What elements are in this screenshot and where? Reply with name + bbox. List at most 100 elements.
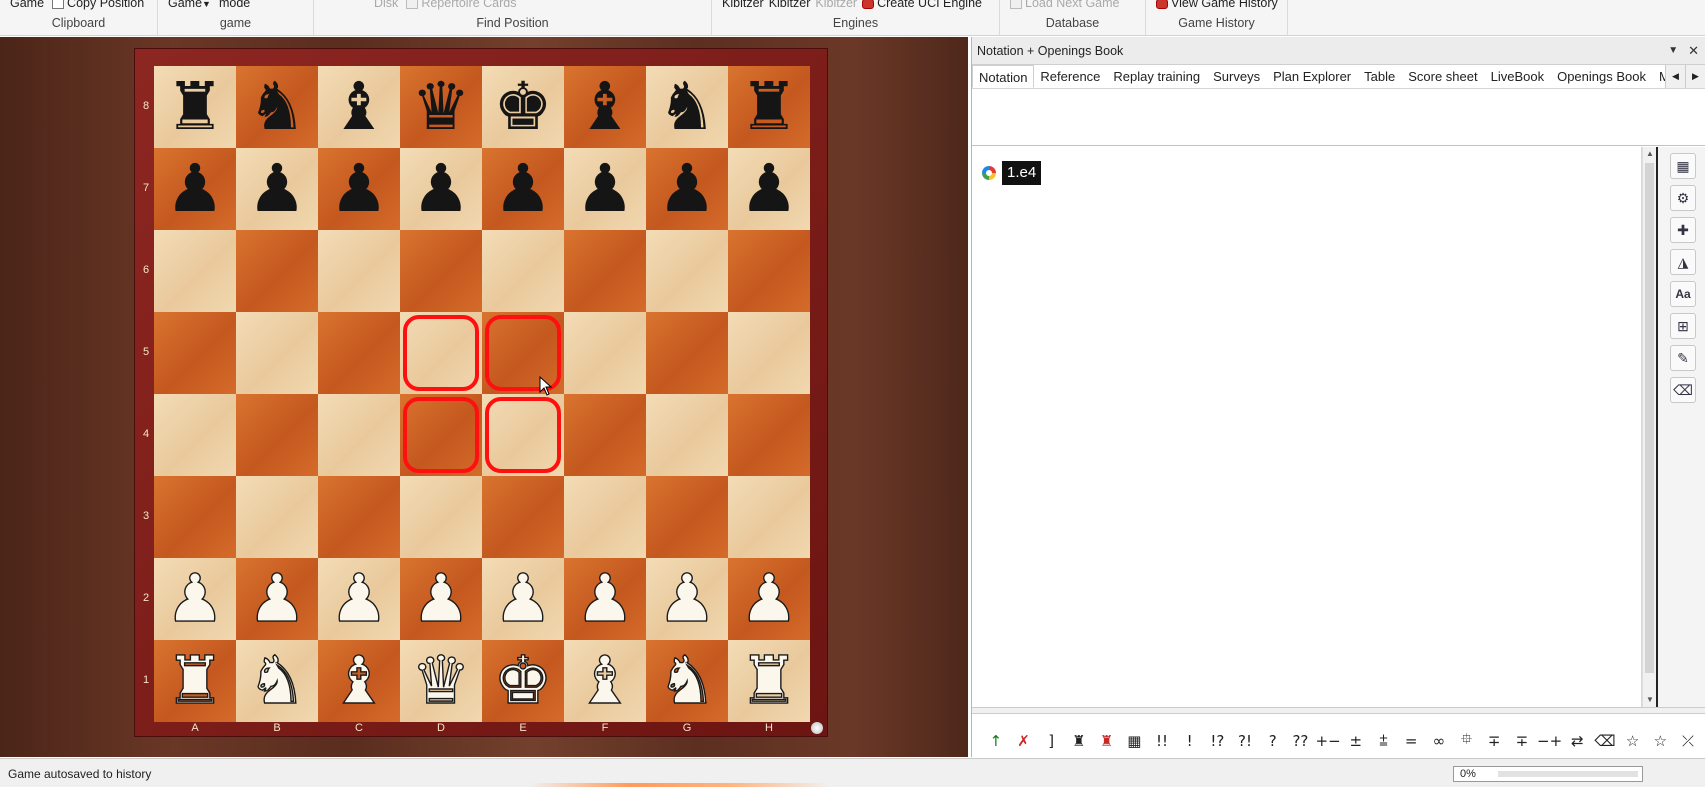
black-pawn-icon[interactable]: ♟ bbox=[165, 156, 224, 222]
white-knight-icon[interactable]: ♞ bbox=[657, 647, 718, 714]
scroll-up-icon[interactable]: ▲ bbox=[1643, 147, 1657, 161]
annotation-button-20[interactable]: −+ bbox=[1536, 732, 1564, 750]
black-knight-icon[interactable]: ♞ bbox=[247, 74, 306, 140]
black-pawn-icon[interactable]: ♟ bbox=[657, 156, 716, 222]
annotation-button-23[interactable]: ☆ bbox=[1619, 732, 1647, 750]
chess-board[interactable]: ♜ ♞ ♝ ♛ ♚ ♝ ♞ ♜ ♟ ♟ ♟ ♟ ♟ ♟ ♟ ♟ ♟ ♟ ♟ ♟ ♟ ♟ ♟ ♟ ♜ ♞ ♝ ♛ ♚ ♝ ♞ ♜ bbox=[154, 66, 810, 722]
notation-pane[interactable]: 1.e4 bbox=[972, 147, 1642, 707]
square-h8[interactable]: ♜ bbox=[728, 66, 810, 148]
scroll-down-icon[interactable]: ▼ bbox=[1643, 693, 1657, 707]
square-f5[interactable] bbox=[564, 312, 646, 394]
close-icon[interactable]: ✕ bbox=[1688, 43, 1699, 59]
square-h5[interactable] bbox=[728, 312, 810, 394]
black-pawn-icon[interactable]: ♟ bbox=[247, 156, 306, 222]
tab-scroll-left-icon[interactable]: ◀ bbox=[1665, 65, 1685, 88]
annotation-button-11[interactable]: ?? bbox=[1287, 732, 1315, 750]
eraser-icon[interactable]: ⌫ bbox=[1670, 377, 1696, 403]
square-f4[interactable] bbox=[564, 394, 646, 476]
square-h7[interactable]: ♟ bbox=[728, 148, 810, 230]
square-d5[interactable] bbox=[400, 312, 482, 394]
black-pawn-icon[interactable]: ♟ bbox=[329, 156, 388, 222]
square-d1[interactable]: ♛ bbox=[400, 640, 482, 722]
ribbon-disk-button[interactable]: Disk bbox=[374, 0, 398, 10]
black-rook-icon[interactable]: ♜ bbox=[165, 74, 224, 140]
ribbon-game-dropdown[interactable]: Game▼ bbox=[168, 0, 211, 10]
annotation-button-22[interactable]: ⌫ bbox=[1591, 732, 1619, 750]
square-f7[interactable]: ♟ bbox=[564, 148, 646, 230]
ribbon-create-uci-engine-button[interactable]: Create UCI Engine bbox=[862, 0, 982, 10]
square-a5[interactable] bbox=[154, 312, 236, 394]
square-g4[interactable] bbox=[646, 394, 728, 476]
square-d3[interactable] bbox=[400, 476, 482, 558]
tab-reference[interactable]: Reference bbox=[1034, 65, 1107, 88]
white-rook-icon[interactable]: ♜ bbox=[739, 647, 800, 714]
tab-table[interactable]: Table bbox=[1358, 65, 1402, 88]
annotation-button-0[interactable]: ↑ bbox=[982, 732, 1010, 750]
square-c5[interactable] bbox=[318, 312, 400, 394]
white-king-icon[interactable]: ♚ bbox=[493, 647, 554, 714]
white-knight-icon[interactable]: ♞ bbox=[247, 647, 308, 714]
square-h6[interactable] bbox=[728, 230, 810, 312]
square-f6[interactable] bbox=[564, 230, 646, 312]
square-b1[interactable]: ♞ bbox=[236, 640, 318, 722]
annotation-button-13[interactable]: ± bbox=[1342, 732, 1370, 750]
annotation-button-21[interactable]: ⇄ bbox=[1563, 732, 1591, 750]
square-h3[interactable] bbox=[728, 476, 810, 558]
square-e3[interactable] bbox=[482, 476, 564, 558]
annotation-button-19[interactable]: ∓ bbox=[1508, 732, 1536, 750]
black-king-icon[interactable]: ♚ bbox=[493, 74, 552, 140]
square-c7[interactable]: ♟ bbox=[318, 148, 400, 230]
square-b5[interactable] bbox=[236, 312, 318, 394]
black-pawn-icon[interactable]: ♟ bbox=[575, 156, 634, 222]
ribbon-view-game-history-button[interactable]: View Game History bbox=[1156, 0, 1278, 10]
square-c2[interactable]: ♟ bbox=[318, 558, 400, 640]
annotation-button-8[interactable]: !? bbox=[1204, 732, 1232, 750]
ribbon-load-next-game-button[interactable]: Load Next Game bbox=[1010, 0, 1120, 10]
square-g6[interactable] bbox=[646, 230, 728, 312]
square-g5[interactable] bbox=[646, 312, 728, 394]
annotation-button-7[interactable]: ! bbox=[1176, 732, 1204, 750]
tab-score-sheet[interactable]: Score sheet bbox=[1402, 65, 1484, 88]
square-e6[interactable] bbox=[482, 230, 564, 312]
annotation-button-10[interactable]: ? bbox=[1259, 732, 1287, 750]
white-pawn-icon[interactable]: ♟ bbox=[739, 565, 800, 632]
board-icon[interactable]: ▦ bbox=[1670, 153, 1696, 179]
square-f1[interactable]: ♝ bbox=[564, 640, 646, 722]
engine-icon[interactable]: ⚙ bbox=[1670, 185, 1696, 211]
black-queen-icon[interactable]: ♛ bbox=[411, 74, 470, 140]
square-h2[interactable]: ♟ bbox=[728, 558, 810, 640]
scrollbar-thumb[interactable] bbox=[1645, 163, 1654, 673]
square-e1[interactable]: ♚ bbox=[482, 640, 564, 722]
annotation-button-2[interactable]: ] bbox=[1037, 732, 1065, 750]
font-icon[interactable]: Aa bbox=[1670, 281, 1696, 307]
square-g2[interactable]: ♟ bbox=[646, 558, 728, 640]
square-h4[interactable] bbox=[728, 394, 810, 476]
black-rook-icon[interactable]: ♜ bbox=[739, 74, 798, 140]
annotation-button-3[interactable]: ♜ bbox=[1065, 732, 1093, 750]
annotation-button-12[interactable]: +− bbox=[1314, 732, 1342, 750]
pen-icon[interactable]: ✎ bbox=[1670, 345, 1696, 371]
drop-icon[interactable]: ◮ bbox=[1670, 249, 1696, 275]
square-b6[interactable] bbox=[236, 230, 318, 312]
square-g3[interactable] bbox=[646, 476, 728, 558]
black-pawn-icon[interactable]: ♟ bbox=[493, 156, 552, 222]
add-icon[interactable]: ✚ bbox=[1670, 217, 1696, 243]
white-rook-icon[interactable]: ♜ bbox=[165, 647, 226, 714]
square-b3[interactable] bbox=[236, 476, 318, 558]
tab-notation[interactable]: Notation bbox=[972, 65, 1035, 88]
square-a7[interactable]: ♟ bbox=[154, 148, 236, 230]
white-pawn-icon[interactable]: ♟ bbox=[329, 565, 390, 632]
white-pawn-icon[interactable]: ♟ bbox=[165, 565, 226, 632]
square-g7[interactable]: ♟ bbox=[646, 148, 728, 230]
ribbon-repertoire-button[interactable]: Repertoire Cards bbox=[406, 0, 517, 10]
white-pawn-icon[interactable]: ♟ bbox=[493, 565, 554, 632]
square-d2[interactable]: ♟ bbox=[400, 558, 482, 640]
square-f8[interactable]: ♝ bbox=[564, 66, 646, 148]
tab-openings-book[interactable]: Openings Book bbox=[1551, 65, 1653, 88]
square-c4[interactable] bbox=[318, 394, 400, 476]
annotation-button-1[interactable]: ✗ bbox=[1010, 732, 1038, 750]
white-bishop-icon[interactable]: ♝ bbox=[575, 647, 636, 714]
square-c8[interactable]: ♝ bbox=[318, 66, 400, 148]
annotation-button-4[interactable]: ♜ bbox=[1093, 732, 1121, 750]
square-b7[interactable]: ♟ bbox=[236, 148, 318, 230]
